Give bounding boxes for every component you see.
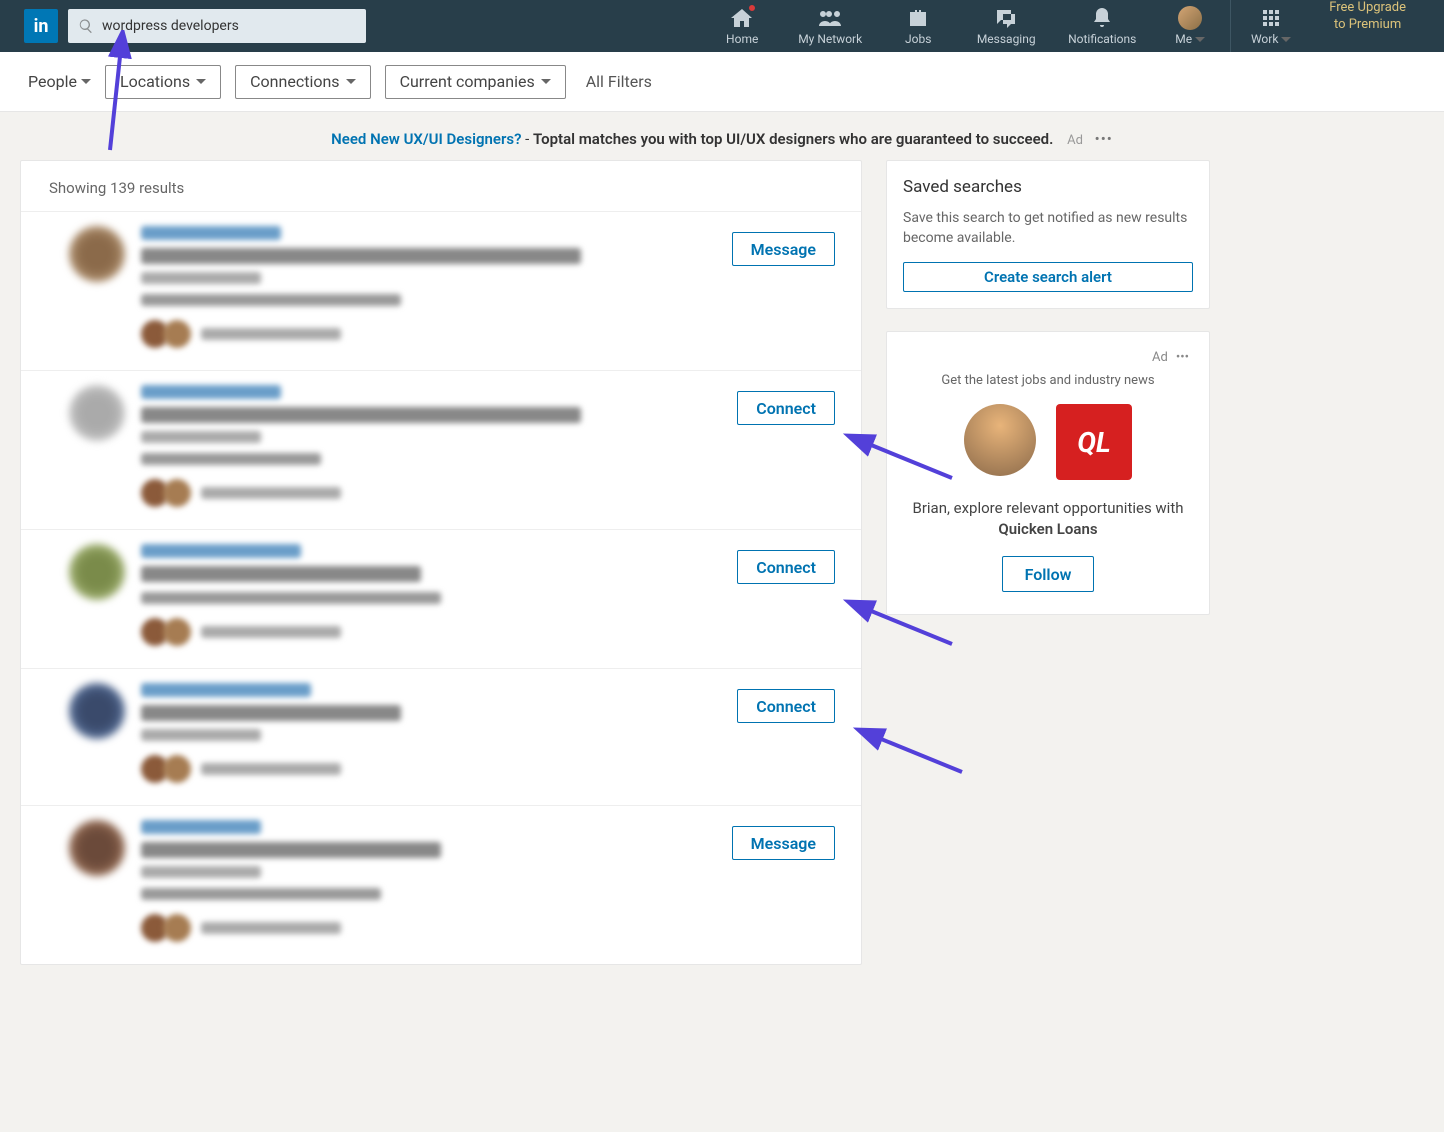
result-location	[141, 729, 261, 741]
connect-button[interactable]: Connect	[737, 391, 835, 425]
result-meta	[141, 888, 381, 900]
nav-label: Notifications	[1068, 32, 1136, 46]
result-headline	[141, 407, 581, 423]
shared-connections[interactable]	[141, 914, 837, 942]
nav-notifications[interactable]: Notifications	[1054, 0, 1150, 52]
result-headline	[141, 566, 421, 582]
ad-link[interactable]: Need New UX/UI Designers?	[331, 130, 521, 148]
result-meta	[141, 294, 401, 306]
nav-home[interactable]: Home	[702, 0, 782, 52]
search-result: Connect	[21, 668, 861, 805]
message-button[interactable]: Message	[732, 826, 835, 860]
nav-jobs[interactable]: Jobs	[878, 0, 958, 52]
nav-work[interactable]: Work	[1231, 0, 1311, 52]
global-header: in Home My Network Jobs Messaging Notifi…	[0, 0, 1444, 52]
create-alert-button[interactable]: Create search alert	[903, 262, 1193, 292]
shared-connections[interactable]	[141, 618, 837, 646]
promo-menu-icon[interactable]: •••	[1176, 350, 1189, 365]
ad-banner: Need New UX/UI Designers? - Toptal match…	[0, 112, 1444, 160]
nav-label: Me	[1175, 32, 1205, 46]
bell-icon	[1090, 6, 1114, 30]
connect-button[interactable]: Connect	[737, 689, 835, 723]
result-meta	[141, 453, 321, 465]
notification-badge	[748, 4, 756, 12]
results-column: Showing 139 results Message	[20, 160, 862, 965]
result-location	[141, 866, 261, 878]
search-result: Message	[21, 805, 861, 964]
promo-company-logo: QL	[1056, 404, 1132, 480]
result-avatar[interactable]	[69, 544, 125, 600]
result-headline	[141, 705, 401, 721]
promo-subtitle: Get the latest jobs and industry news	[907, 373, 1189, 388]
result-location	[141, 272, 261, 284]
result-meta	[141, 592, 441, 604]
result-avatar[interactable]	[69, 820, 125, 876]
filter-people[interactable]: People	[28, 72, 91, 91]
nav-network[interactable]: My Network	[782, 0, 878, 52]
promo-ad-label: Ad	[1152, 350, 1168, 365]
result-avatar[interactable]	[69, 226, 125, 282]
shared-connections[interactable]	[141, 755, 837, 783]
all-filters[interactable]: All Filters	[586, 72, 652, 91]
upgrade-link[interactable]: Free Upgrade to Premium	[1311, 0, 1424, 52]
result-headline	[141, 842, 441, 858]
result-avatar[interactable]	[69, 683, 125, 739]
result-avatar[interactable]	[69, 385, 125, 441]
nav-label: My Network	[798, 32, 862, 46]
grid-icon	[1259, 6, 1283, 30]
linkedin-logo[interactable]: in	[24, 9, 58, 43]
avatar	[1178, 6, 1202, 30]
search-box[interactable]	[68, 9, 366, 43]
result-name[interactable]	[141, 385, 281, 399]
result-headline	[141, 248, 581, 264]
results-count: Showing 139 results	[21, 161, 861, 211]
result-name[interactable]	[141, 683, 311, 697]
nav-label: Home	[726, 32, 758, 46]
filter-bar: People Locations Connections Current com…	[0, 52, 1444, 112]
nav-items: Home My Network Jobs Messaging Notificat…	[702, 0, 1424, 52]
ad-text: Toptal matches you with top UI/UX design…	[533, 130, 1053, 148]
search-result: Message	[21, 211, 861, 370]
result-name[interactable]	[141, 226, 281, 240]
ad-menu-icon[interactable]: •••	[1095, 130, 1113, 148]
sidebar: Saved searches Save this search to get n…	[886, 160, 1210, 965]
filter-connections[interactable]: Connections	[235, 65, 370, 99]
message-button[interactable]: Message	[732, 232, 835, 266]
nav-label: Work	[1251, 32, 1291, 46]
network-icon	[818, 6, 842, 30]
messaging-icon	[994, 6, 1018, 30]
result-name[interactable]	[141, 820, 261, 834]
result-name[interactable]	[141, 544, 301, 558]
search-input[interactable]	[102, 18, 356, 34]
ad-label: Ad	[1067, 133, 1083, 148]
promo-card: Ad ••• Get the latest jobs and industry …	[886, 331, 1210, 615]
nav-label: Messaging	[977, 32, 1036, 46]
saved-title: Saved searches	[903, 177, 1193, 197]
shared-connections[interactable]	[141, 320, 837, 348]
result-location	[141, 431, 261, 443]
saved-searches-card: Saved searches Save this search to get n…	[886, 160, 1210, 309]
search-result: Connect	[21, 370, 861, 529]
saved-desc: Save this search to get notified as new …	[903, 209, 1193, 248]
promo-avatar	[964, 404, 1036, 476]
follow-button[interactable]: Follow	[1002, 556, 1095, 592]
search-icon	[78, 18, 94, 34]
jobs-icon	[906, 6, 930, 30]
search-result: Connect	[21, 529, 861, 668]
connect-button[interactable]: Connect	[737, 550, 835, 584]
nav-me[interactable]: Me	[1150, 0, 1230, 52]
promo-text: Brian, explore relevant opportunities wi…	[907, 498, 1189, 540]
nav-label: Jobs	[905, 32, 931, 46]
content-wrapper: Showing 139 results Message	[0, 160, 1444, 965]
filter-companies[interactable]: Current companies	[385, 65, 566, 99]
upgrade-line1: Free Upgrade	[1329, 0, 1406, 17]
upgrade-line2: to Premium	[1329, 17, 1406, 34]
nav-messaging[interactable]: Messaging	[958, 0, 1054, 52]
filter-locations[interactable]: Locations	[105, 65, 221, 99]
shared-connections[interactable]	[141, 479, 837, 507]
